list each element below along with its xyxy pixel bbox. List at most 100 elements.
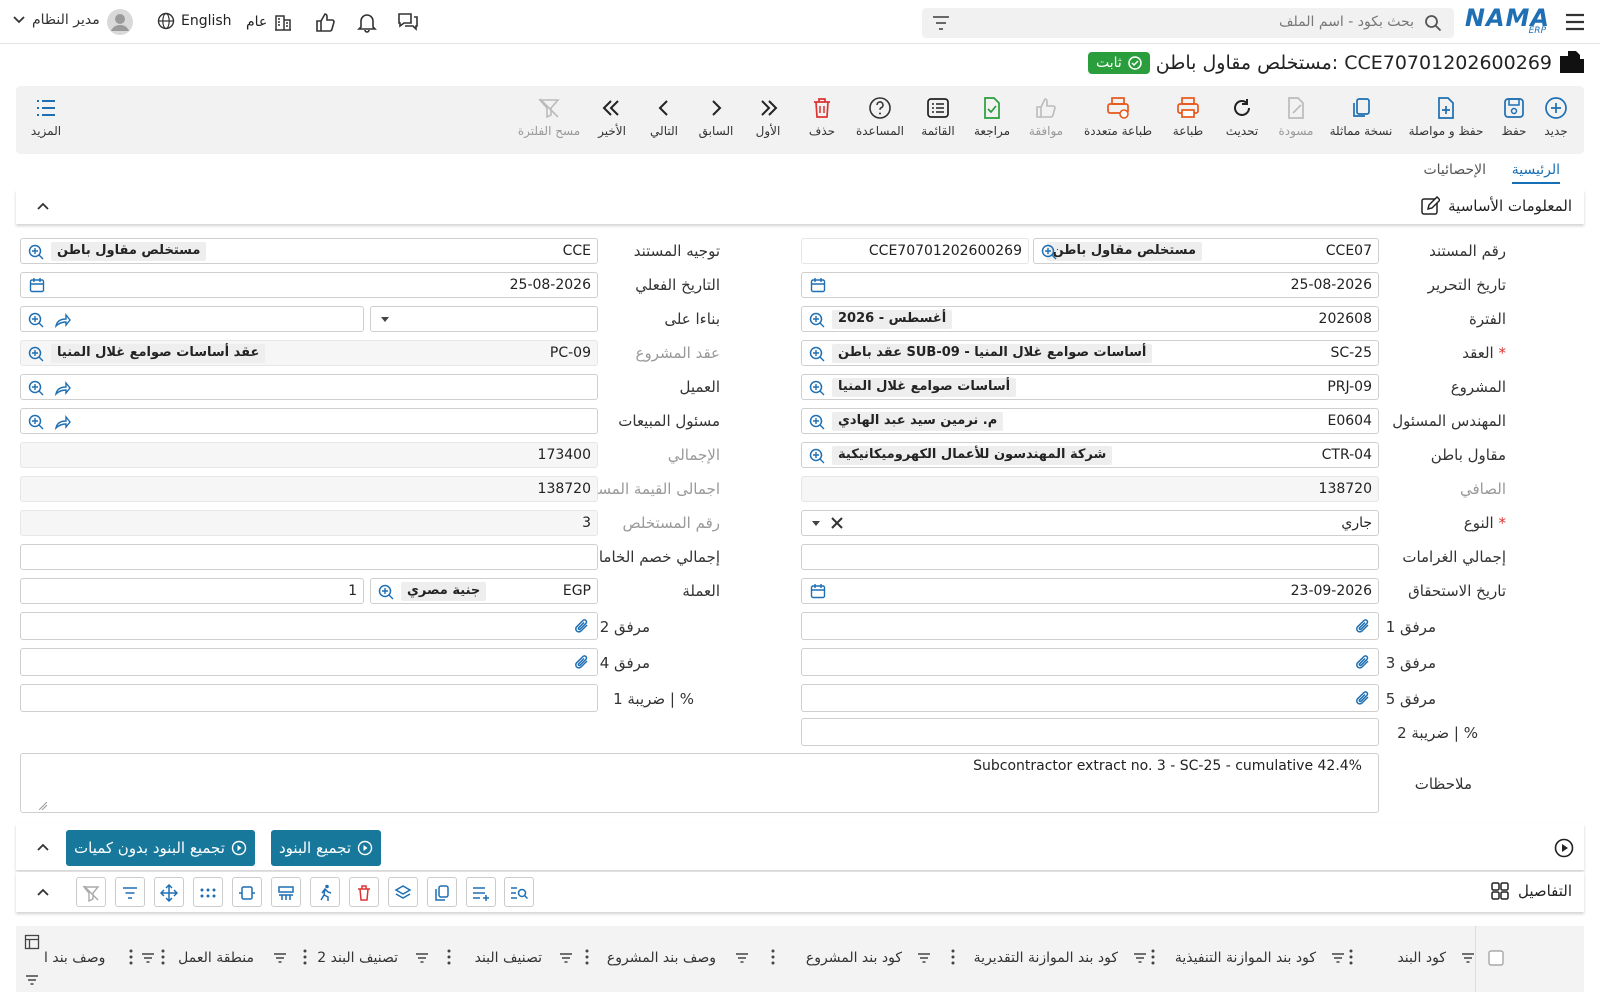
- column-menu-icon[interactable]: [1150, 948, 1156, 966]
- column-menu-icon[interactable]: [584, 948, 590, 966]
- paperclip-icon[interactable]: [573, 617, 591, 635]
- group-items-no-qty-button[interactable]: تجميع البنود بدون كميات: [66, 830, 255, 866]
- client-field[interactable]: [20, 374, 598, 400]
- delete-button[interactable]: حذف: [802, 86, 842, 154]
- column-header-item-desc[interactable]: وصف بند ا: [44, 950, 105, 966]
- lookup-icon[interactable]: [808, 447, 826, 465]
- collapse-up-icon[interactable]: [36, 842, 50, 852]
- multi-print-button[interactable]: طباعة متعددة: [1080, 86, 1156, 154]
- paperclip-icon[interactable]: [1354, 653, 1372, 671]
- filter-button[interactable]: [115, 877, 145, 907]
- collapse-up-icon[interactable]: [36, 887, 50, 897]
- column-filter-icon[interactable]: [414, 950, 430, 966]
- lookup-icon[interactable]: [377, 583, 395, 601]
- clear-filter-button[interactable]: مسح الفلترة: [514, 86, 584, 154]
- approve-button[interactable]: موافقة: [1024, 86, 1068, 154]
- column-header-exec-budget-code[interactable]: كود بند الموازنة التنفيذية: [1175, 950, 1316, 966]
- more-button[interactable]: المزيد: [24, 86, 68, 154]
- first-button[interactable]: الأول: [748, 86, 788, 154]
- paperclip-icon[interactable]: [1354, 617, 1372, 635]
- column-menu-icon[interactable]: [302, 948, 308, 966]
- lookup-icon[interactable]: [808, 311, 826, 329]
- print-button[interactable]: طباعة: [1166, 86, 1210, 154]
- column-filter-icon[interactable]: [558, 950, 574, 966]
- project-contract-field[interactable]: PC-09 عقد أساسات صوامع غلال المنيا: [20, 340, 598, 366]
- tax1-field[interactable]: [20, 684, 598, 712]
- tab-statistics[interactable]: الإحصائيات: [1423, 162, 1486, 178]
- notes-textarea[interactable]: Subcontractor extract no. 3 - SC-25 - cu…: [20, 753, 1379, 813]
- contract-field[interactable]: SC-25 عقد باطن SUB-09 - أساسات صوامع غلا…: [801, 340, 1379, 366]
- attachment5-field[interactable]: [801, 684, 1379, 712]
- chat-icon[interactable]: [396, 11, 420, 33]
- period-field[interactable]: 202608 2026 - أغسطس: [801, 306, 1379, 332]
- clear-filter-icon[interactable]: [76, 877, 106, 907]
- doc-dir-field[interactable]: CCE مستخلص مقاول باطن: [20, 238, 598, 264]
- tab-main[interactable]: الرئيسية: [1511, 162, 1560, 184]
- basic-info-header[interactable]: المعلومات الأساسية: [16, 190, 1584, 224]
- save-button[interactable]: حفظ: [1496, 86, 1532, 154]
- type-select[interactable]: جاري: [801, 510, 1379, 536]
- collapse-up-icon[interactable]: [36, 201, 50, 211]
- based-on-type-select[interactable]: [370, 306, 598, 332]
- doc-no-type-field[interactable]: CCE07 مستخلص مقاول باطن: [1033, 238, 1379, 264]
- currency-rate-field[interactable]: 1: [20, 578, 364, 604]
- column-filter-icon[interactable]: [1460, 950, 1476, 966]
- run-button[interactable]: [310, 877, 340, 907]
- lookup-icon[interactable]: [27, 345, 45, 363]
- refresh-button[interactable]: تحديث: [1220, 86, 1264, 154]
- lookup-icon[interactable]: [27, 311, 45, 329]
- column-filter-icon[interactable]: [916, 950, 932, 966]
- dots-grid-button[interactable]: [193, 877, 223, 907]
- sales-field[interactable]: [20, 408, 598, 434]
- paperclip-icon[interactable]: [573, 653, 591, 671]
- calendar-icon[interactable]: [810, 277, 826, 293]
- attachment4-field[interactable]: [20, 648, 598, 676]
- column-menu-icon[interactable]: [160, 948, 166, 966]
- last-button[interactable]: الأخير: [592, 86, 632, 154]
- lookup-icon[interactable]: [808, 413, 826, 431]
- next-button[interactable]: التالي: [644, 86, 684, 154]
- share-icon[interactable]: [53, 379, 71, 397]
- caret-down-icon[interactable]: [810, 517, 822, 529]
- subcontractor-field[interactable]: CTR-04 شركة المهندسون للأعمال الكهروميكا…: [801, 442, 1379, 468]
- layers-button[interactable]: [388, 877, 418, 907]
- delete-rows-button[interactable]: [349, 877, 379, 907]
- user-avatar[interactable]: [106, 8, 134, 36]
- based-on-field[interactable]: [20, 306, 364, 332]
- column-filter-icon[interactable]: [140, 950, 156, 966]
- column-header-project-item-code[interactable]: كود بند المشروع: [806, 950, 902, 966]
- lookup-icon[interactable]: [1040, 243, 1058, 261]
- user-menu[interactable]: مدير النظام: [12, 12, 100, 28]
- column-filter-icon[interactable]: [1330, 950, 1346, 966]
- actual-date-field[interactable]: 25-08-2026: [20, 272, 598, 298]
- thumbs-up-icon[interactable]: [314, 11, 336, 33]
- column-menu-icon[interactable]: [770, 948, 776, 966]
- fit-columns-button[interactable]: [232, 877, 262, 907]
- play-circle-icon[interactable]: [1554, 838, 1574, 858]
- column-header-item-code[interactable]: كود البند: [1397, 950, 1446, 966]
- currency-field[interactable]: EGP جنية مصري: [370, 578, 598, 604]
- search-box[interactable]: بحث بكود - اسم الملف: [922, 8, 1454, 38]
- fines-field[interactable]: [801, 544, 1379, 570]
- column-header-work-area[interactable]: منطقة العمل: [178, 950, 254, 966]
- lookup-icon[interactable]: [27, 413, 45, 431]
- paperclip-icon[interactable]: [1354, 689, 1372, 707]
- clear-icon[interactable]: [830, 516, 844, 530]
- lookup-icon[interactable]: [808, 379, 826, 397]
- attachment2-field[interactable]: [20, 612, 598, 640]
- draft-button[interactable]: مسودة: [1274, 86, 1318, 154]
- group-items-button[interactable]: تجميع البنود: [271, 830, 382, 866]
- hamburger-menu-icon[interactable]: [1564, 12, 1586, 32]
- column-menu-icon[interactable]: [446, 948, 452, 966]
- duplicate-button[interactable]: نسخة مماثلة: [1326, 86, 1396, 154]
- lookup-icon[interactable]: [27, 243, 45, 261]
- column-header-item-category-2[interactable]: تصنيف البند 2: [317, 950, 398, 966]
- calendar-icon[interactable]: [810, 583, 826, 599]
- edit-date-field[interactable]: 25-08-2026: [801, 272, 1379, 298]
- nama-erp-logo[interactable]: NAMA ERP: [1465, 4, 1550, 38]
- engineer-field[interactable]: E0604 م. نرمين سيد عبد الهادي: [801, 408, 1379, 434]
- company-scope[interactable]: عام: [246, 12, 293, 32]
- column-header-item-category[interactable]: تصنيف البند: [475, 950, 542, 966]
- materials-discount-field[interactable]: [20, 544, 598, 570]
- column-menu-icon[interactable]: [950, 948, 956, 966]
